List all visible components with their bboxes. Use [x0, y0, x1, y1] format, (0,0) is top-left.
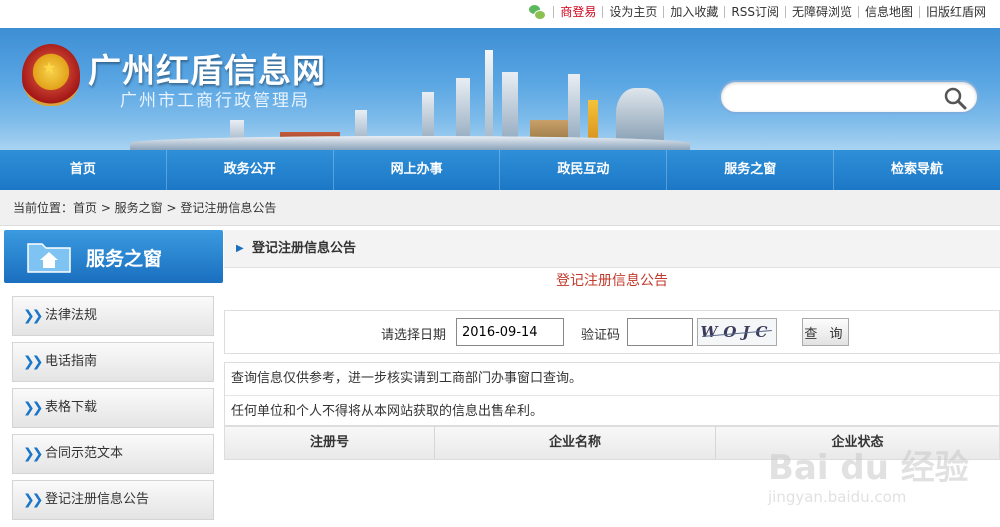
- double-chevron-icon: ❯❯: [23, 492, 44, 508]
- double-chevron-icon: ❯❯: [23, 446, 44, 462]
- baidu-jingyan-watermark: Bai du 经验 jingyan.baidu.com: [768, 440, 988, 520]
- watermark-logo: Bai du 经验: [768, 448, 969, 488]
- captcha-image[interactable]: WOJC: [697, 318, 777, 346]
- top-link-set-homepage[interactable]: 设为主页: [602, 6, 663, 18]
- nav-government-affairs[interactable]: 政务公开: [167, 150, 334, 190]
- nav-public-interaction[interactable]: 政民互动: [500, 150, 668, 190]
- sidebar-item-laws[interactable]: ❯❯ 法律法规: [12, 296, 214, 336]
- sidebar-item-form-download[interactable]: ❯❯ 表格下载: [12, 388, 214, 428]
- date-input[interactable]: [456, 318, 564, 346]
- search-box[interactable]: [719, 80, 979, 114]
- emblem-logo: [22, 44, 80, 106]
- sidebar-item-label: 法律法规: [45, 308, 98, 323]
- sidebar-item-label: 电话指南: [45, 354, 98, 369]
- sidebar-item-registration-notice[interactable]: ❯❯ 登记注册信息公告: [12, 480, 214, 520]
- sidebar-item-label: 登记注册信息公告: [45, 492, 150, 507]
- notice-title: 登记注册信息公告: [556, 273, 668, 289]
- search-input[interactable]: [735, 88, 935, 108]
- city-skyline-image: [130, 50, 690, 150]
- disclaimer-box: 查询信息仅供参考，进一步核实请到工商部门办事窗口查询。 任何单位和个人不得将从本…: [224, 362, 1000, 426]
- top-link-rss[interactable]: RSS订阅: [724, 6, 785, 18]
- sidebar-item-label: 合同示范文本: [45, 446, 124, 461]
- query-form: 请选择日期 验证码 WOJC 查 询: [224, 310, 1000, 354]
- column-header-registration-no: 注册号: [225, 427, 435, 459]
- captcha-input[interactable]: [627, 318, 693, 346]
- main-nav: 首页 政务公开 网上办事 政民互动 服务之窗 检索导航: [0, 150, 1000, 190]
- nav-search-navigation[interactable]: 检索导航: [834, 150, 1000, 190]
- section-title-bar: ▶ 登记注册信息公告: [224, 230, 1000, 268]
- double-chevron-icon: ❯❯: [23, 308, 44, 324]
- sidebar-list: ❯❯ 法律法规 ❯❯ 电话指南 ❯❯ 表格下载 ❯❯ 合同示范文本 ❯❯ 登记注…: [12, 296, 214, 526]
- sidebar-title: 服务之窗: [86, 248, 163, 270]
- header-banner: 广州红盾信息网 广州市工商行政管理局: [0, 28, 1000, 150]
- search-icon[interactable]: [943, 86, 967, 110]
- captcha-label: 验证码: [581, 328, 621, 343]
- breadcrumb: 当前位置：首页 > 服务之窗 > 登记注册信息公告: [0, 190, 1000, 226]
- sidebar-item-label: 表格下载: [45, 400, 98, 415]
- date-label: 请选择日期: [381, 328, 447, 343]
- top-links: 商登易 设为主页 加入收藏 RSS订阅 无障碍浏览 信息地图 旧版红盾网: [529, 5, 992, 20]
- sidebar-header: 服务之窗: [4, 230, 223, 283]
- folder-home-icon: [27, 243, 71, 273]
- nav-home[interactable]: 首页: [0, 150, 167, 190]
- triangle-bullet-icon: ▶: [236, 243, 244, 254]
- double-chevron-icon: ❯❯: [23, 400, 44, 416]
- sidebar-item-contract-templates[interactable]: ❯❯ 合同示范文本: [12, 434, 214, 474]
- top-utility-bar: 商登易 设为主页 加入收藏 RSS订阅 无障碍浏览 信息地图 旧版红盾网: [0, 0, 1000, 26]
- top-link-site-map[interactable]: 信息地图: [857, 6, 919, 18]
- top-link-old-version[interactable]: 旧版红盾网: [918, 6, 992, 18]
- disclaimer-line: 任何单位和个人不得将从本网站获取的信息出售牟利。: [225, 395, 999, 427]
- watermark-url: jingyan.baidu.com: [768, 488, 907, 506]
- double-chevron-icon: ❯❯: [23, 354, 44, 370]
- section-title: 登记注册信息公告: [252, 241, 357, 256]
- sidebar-item-phone-guide[interactable]: ❯❯ 电话指南: [12, 342, 214, 382]
- nav-online-services[interactable]: 网上办事: [334, 150, 501, 190]
- wechat-icon[interactable]: [529, 5, 547, 20]
- column-header-company-name: 企业名称: [435, 427, 716, 459]
- disclaimer-line: 查询信息仅供参考，进一步核实请到工商部门办事窗口查询。: [231, 371, 583, 386]
- nav-service-window[interactable]: 服务之窗: [667, 150, 835, 190]
- top-link-shangdengyi[interactable]: 商登易: [553, 6, 602, 18]
- top-link-add-favorite[interactable]: 加入收藏: [663, 6, 724, 18]
- query-button[interactable]: 查 询: [802, 318, 849, 346]
- top-link-accessibility[interactable]: 无障碍浏览: [784, 6, 858, 18]
